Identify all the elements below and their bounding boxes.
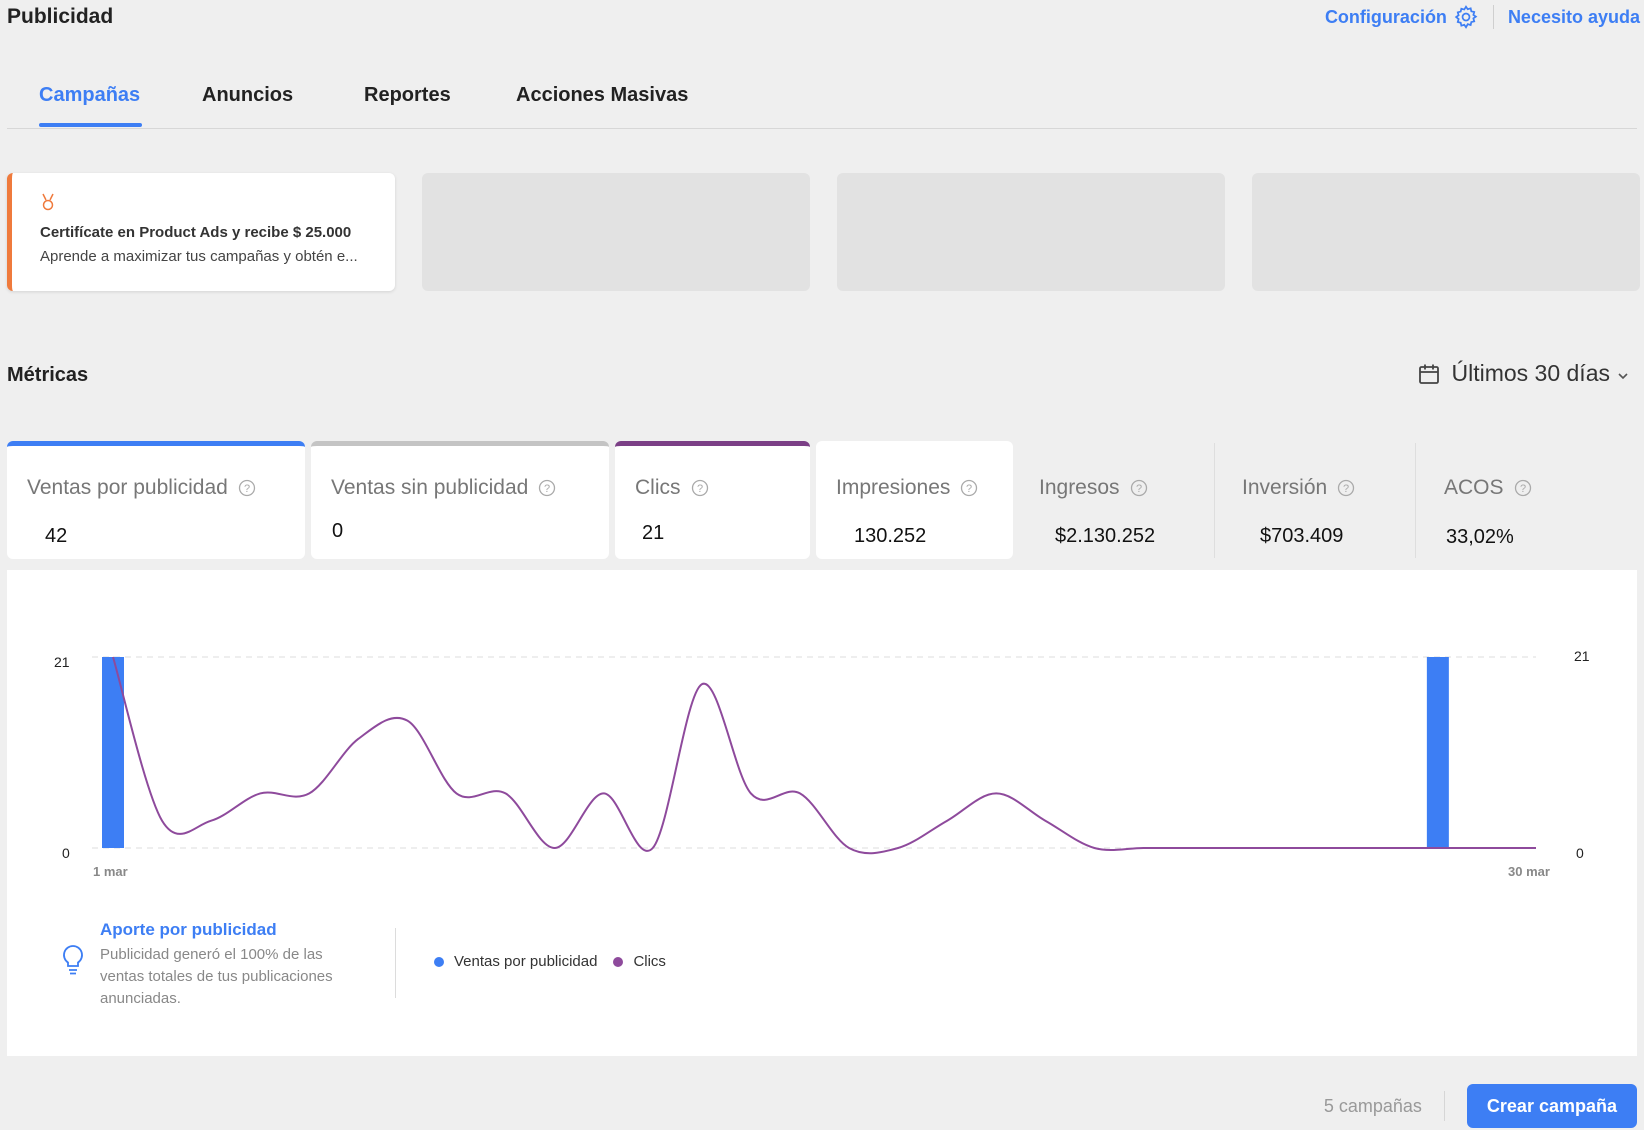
help-icon[interactable]: ? (1514, 479, 1532, 497)
lightbulb-icon (60, 944, 86, 976)
metric-value: 0 (332, 520, 344, 542)
help-link[interactable]: Necesito ayuda (1508, 7, 1640, 28)
metric-label: Inversión ? (1242, 476, 1355, 500)
metric-card-impresiones[interactable]: Impresiones ? 130.252 (816, 441, 1013, 559)
metric-divider (1415, 443, 1416, 558)
help-icon[interactable]: ? (691, 479, 709, 497)
promo-placeholder (422, 173, 810, 291)
metric-card-ingresos[interactable]: Ingresos ? $2.130.252 (1019, 441, 1214, 559)
top-bar: Publicidad Configuración Necesito ayuda (0, 0, 1644, 34)
legend-dot (613, 956, 624, 967)
x-tick-end: 30 mar (1508, 864, 1550, 879)
medal-icon (40, 193, 56, 211)
promo-placeholder (837, 173, 1225, 291)
metric-card-acos[interactable]: ACOS ? 33,02% (1424, 441, 1624, 559)
metric-card-inversion[interactable]: Inversión ? $703.409 (1222, 441, 1414, 559)
metric-value: $703.409 (1260, 525, 1344, 547)
help-icon[interactable]: ? (538, 479, 556, 497)
campaign-count: 5 campañas (1323, 1095, 1422, 1116)
metric-divider (1214, 443, 1215, 558)
insight-title: Aporte por publicidad (100, 920, 277, 939)
help-icon[interactable]: ? (1337, 479, 1355, 497)
svg-text:?: ? (696, 483, 702, 495)
y-left-tick-max: 21 (54, 654, 70, 670)
promo-placeholder (1252, 173, 1640, 291)
tab-reportes[interactable]: Reportes (364, 84, 451, 107)
svg-text:?: ? (1343, 483, 1349, 495)
metric-label: ACOS ? (1444, 476, 1532, 500)
date-range-label: Últimos 30 días (1451, 360, 1610, 386)
metric-label: Impresiones ? (836, 476, 978, 500)
page-title: Publicidad (7, 5, 114, 28)
date-range-selector[interactable]: Últimos 30 días (1417, 360, 1630, 387)
help-icon[interactable]: ? (960, 479, 978, 497)
config-link[interactable]: Configuración (1325, 7, 1447, 28)
y-right-tick-max: 21 (1574, 648, 1590, 664)
metric-card-ventas-sin-publicidad[interactable]: Ventas sin publicidad ? 0 (311, 441, 609, 559)
metric-value: 42 (45, 525, 68, 547)
tab-acciones-masivas[interactable]: Acciones Masivas (516, 84, 688, 107)
y-right-tick-min: 0 (1576, 845, 1584, 861)
create-campaign-button[interactable]: Crear campaña (1466, 1084, 1637, 1128)
svg-text:?: ? (1519, 483, 1525, 495)
top-actions: Configuración Necesito ayuda (1325, 4, 1640, 30)
svg-text:?: ? (966, 483, 972, 495)
metric-label: Ingresos ? (1039, 476, 1148, 500)
svg-text:?: ? (244, 483, 250, 495)
gear-icon[interactable] (1453, 4, 1479, 30)
svg-text:?: ? (1135, 483, 1141, 495)
footer-divider (1443, 1091, 1445, 1121)
footer: 5 campañas Crear campaña (1324, 1084, 1637, 1128)
chart-legend: Ventas por publicidad Clics (434, 953, 682, 970)
metric-value: 21 (642, 522, 665, 544)
legend-item-clics[interactable]: Clics (613, 953, 666, 970)
tab-campanas[interactable]: Campañas (39, 84, 140, 107)
chevron-down-icon (1616, 369, 1630, 383)
insight-text: Publicidad generó el 100% de las ventas … (100, 946, 333, 1007)
metric-card-clics[interactable]: Clics ? 21 (615, 441, 810, 559)
svg-text:?: ? (544, 483, 550, 495)
active-tab-indicator (39, 123, 142, 127)
metric-value: 33,02% (1446, 526, 1514, 548)
x-tick-start: 1 mar (93, 864, 128, 879)
metric-label: Ventas sin publicidad ? (331, 476, 556, 500)
help-icon[interactable]: ? (1130, 479, 1148, 497)
legend-label: Clics (633, 953, 666, 970)
metrics-title: Métricas (7, 364, 89, 386)
legend-label: Ventas por publicidad (454, 953, 598, 970)
promo-description: Aprende a maximizar tus campañas y obtén… (40, 248, 358, 265)
metric-label: Ventas por publicidad ? (27, 476, 256, 500)
insight-block: Aporte por publicidad Publicidad generó … (50, 920, 390, 1010)
insight-divider (395, 928, 396, 998)
metric-value: 130.252 (854, 525, 927, 547)
promo-title: Certifícate en Product Ads y recibe $ 25… (40, 224, 352, 241)
help-icon[interactable]: ? (238, 479, 256, 497)
top-divider (1492, 5, 1494, 29)
y-left-tick-min: 0 (62, 845, 70, 861)
metric-card-ventas-publicidad[interactable]: Ventas por publicidad ? 42 (7, 441, 305, 559)
calendar-icon (1417, 362, 1441, 386)
tab-bar: Campañas Anuncios Reportes Acciones Masi… (7, 74, 1637, 129)
metric-label: Clics ? (635, 476, 709, 500)
legend-dot (434, 956, 444, 967)
legend-item-ventas[interactable]: Ventas por publicidad (434, 953, 597, 970)
tab-anuncios[interactable]: Anuncios (202, 84, 293, 107)
metric-value: $2.130.252 (1055, 525, 1156, 547)
promo-card[interactable]: Certifícate en Product Ads y recibe $ 25… (7, 173, 395, 291)
